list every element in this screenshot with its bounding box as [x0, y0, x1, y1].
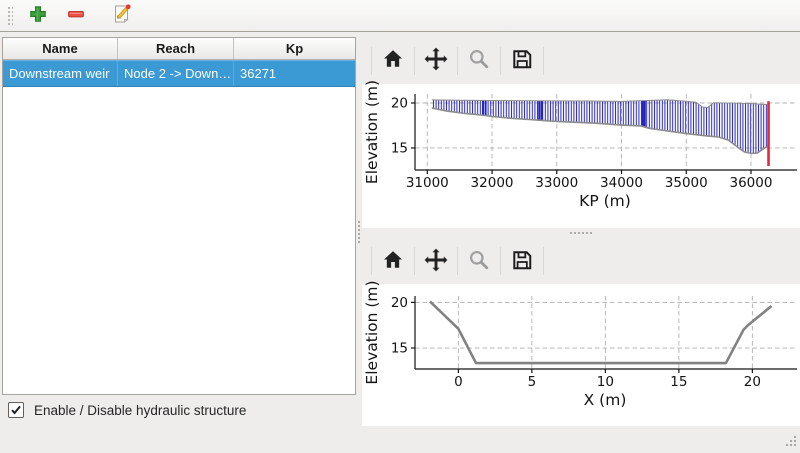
home-button[interactable]	[378, 246, 408, 276]
main-toolbar	[0, 0, 800, 32]
toolbar-separator	[457, 247, 458, 275]
save-icon	[511, 249, 533, 274]
toolbar-separator	[371, 247, 372, 275]
pan-button[interactable]	[421, 246, 451, 276]
x-tick-label: 0	[454, 374, 463, 390]
y-axis-label: Elevation (m)	[363, 280, 381, 384]
toolbar-separator	[500, 247, 501, 275]
x-tick-label: 31000	[406, 175, 449, 191]
zoom-icon	[468, 249, 490, 274]
add-icon	[28, 4, 48, 27]
column-header-kp[interactable]: Kp	[234, 38, 355, 59]
toolbar-separator	[500, 47, 501, 75]
toolbar-separator	[543, 47, 544, 75]
pan-icon	[424, 47, 448, 74]
remove-structure-button[interactable]	[63, 3, 89, 29]
enable-structure-row: Enable / Disable hydraulic structure	[8, 402, 246, 418]
zoom-button[interactable]	[464, 46, 494, 76]
y-tick-label: 20	[391, 295, 408, 311]
x-tick-label: 36000	[730, 175, 773, 191]
vertical-splitter-handle[interactable]	[356, 219, 360, 245]
longitudinal-profile-chart[interactable]: 31000 32000 33000 34000 35000 36000 15 20 KP (m)…	[362, 84, 800, 228]
toolbar-separator	[457, 47, 458, 75]
x-tick-label: 10	[597, 374, 614, 390]
enable-structure-label: Enable / Disable hydraulic structure	[34, 403, 246, 418]
cell-name[interactable]: Downstream weir	[3, 61, 118, 86]
table-row-selected[interactable]: Downstream weir Node 2 -> Down… 36271	[3, 60, 355, 87]
edit-structure-button[interactable]	[109, 3, 135, 29]
y-tick-label: 15	[391, 341, 408, 357]
x-tick-label: 5	[528, 374, 537, 390]
column-header-name[interactable]: Name	[3, 38, 118, 59]
table-header-row: Name Reach Kp	[3, 38, 355, 60]
structures-table: Name Reach Kp Downstream weir Node 2 -> …	[2, 37, 356, 395]
cross-section-chart[interactable]: 051015201520X (m)Elevation (m)	[362, 284, 800, 426]
cross-section-profile	[430, 301, 771, 363]
checkmark-icon	[10, 404, 22, 416]
pan-icon	[424, 248, 448, 275]
toolbar-separator	[371, 47, 372, 75]
toolbar-drag-handle[interactable]	[6, 5, 13, 27]
remove-icon	[66, 4, 86, 27]
toolbar-separator	[414, 247, 415, 275]
x-tick-label: 20	[744, 374, 761, 390]
home-icon	[382, 48, 404, 73]
zoom-icon	[468, 48, 490, 73]
home-icon	[382, 249, 404, 274]
add-structure-button[interactable]	[25, 3, 51, 29]
enable-structure-checkbox[interactable]	[8, 402, 24, 418]
x-axis-label: KP (m)	[579, 192, 631, 210]
column-header-reach[interactable]: Reach	[118, 38, 234, 59]
toolbar-separator	[543, 247, 544, 275]
edit-icon	[111, 3, 133, 28]
pan-button[interactable]	[421, 46, 451, 76]
save-button[interactable]	[507, 246, 537, 276]
y-tick-label: 15	[391, 140, 408, 156]
x-tick-label: 32000	[471, 175, 514, 191]
cell-reach[interactable]: Node 2 -> Down…	[118, 61, 234, 86]
save-button[interactable]	[507, 46, 537, 76]
home-button[interactable]	[378, 46, 408, 76]
x-tick-label: 35000	[665, 175, 708, 191]
hydraulic-structures-window: { "main_toolbar": { "buttons": [ {"icon"…	[0, 0, 800, 450]
cell-kp[interactable]: 36271	[234, 61, 355, 86]
x-tick-label: 15	[670, 374, 687, 390]
y-axis-label: Elevation (m)	[363, 80, 381, 184]
x-axis-label: X (m)	[584, 391, 627, 409]
x-tick-label: 34000	[600, 175, 643, 191]
zoom-button[interactable]	[464, 246, 494, 276]
profile-chart-toolbar	[362, 37, 800, 84]
window-resize-grip[interactable]	[784, 434, 798, 448]
horizontal-splitter-handle[interactable]	[568, 230, 594, 234]
y-tick-label: 20	[391, 95, 408, 111]
cross-section-chart-toolbar	[362, 238, 800, 284]
x-tick-label: 33000	[535, 175, 578, 191]
toolbar-separator	[414, 47, 415, 75]
save-icon	[511, 48, 533, 73]
